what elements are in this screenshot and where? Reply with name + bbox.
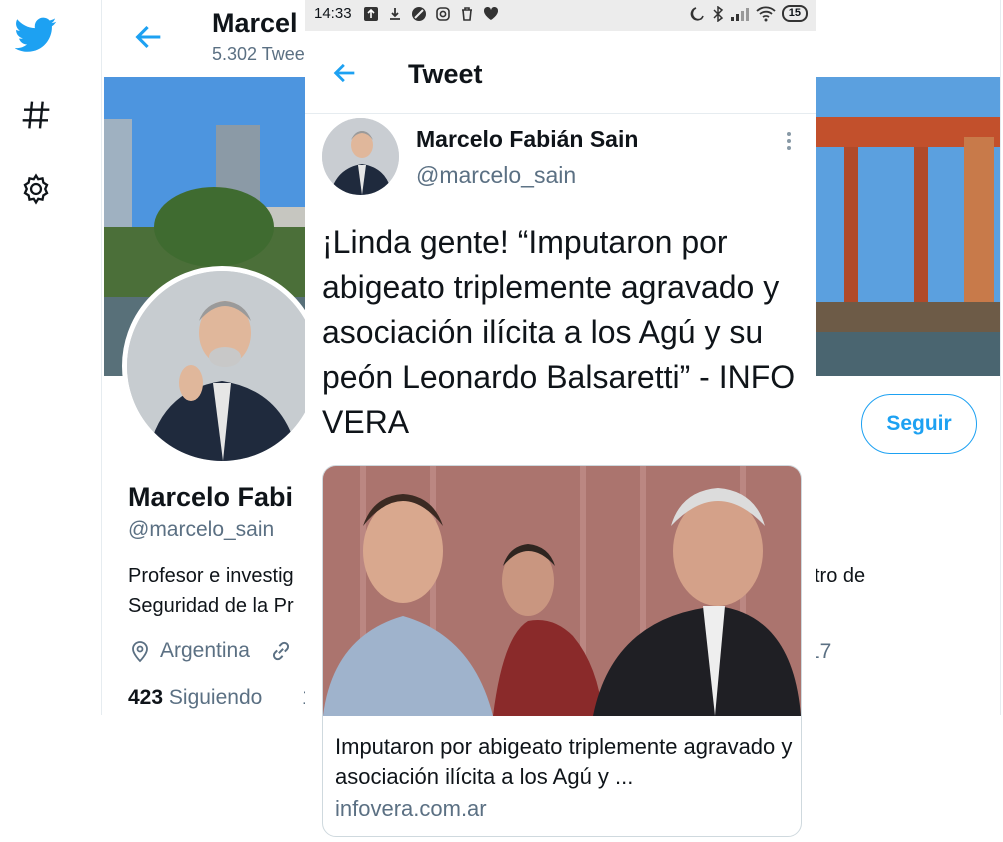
tweet-text: ¡Linda gente! “Imputaron por abigeato tr… (322, 224, 796, 440)
tweet-count: 5.302 Twee (212, 44, 305, 64)
tweet-header: Tweet (305, 31, 816, 114)
author-handle: @marcelo_sain (416, 162, 577, 188)
back-arrow-icon[interactable] (132, 20, 166, 54)
profile-bio-line1: Profesor e investig (128, 565, 294, 587)
instagram-icon (436, 7, 450, 21)
following-stat[interactable]: 423 Siguiendo (128, 686, 262, 710)
upload-icon (364, 7, 378, 21)
twitter-bird-icon[interactable] (14, 13, 58, 57)
follow-button[interactable]: Seguir (861, 394, 977, 454)
profile-location: Argentina (160, 639, 250, 662)
bluetooth-icon (713, 5, 723, 22)
profile-bio-line2: Seguridad de la Pr (128, 595, 294, 617)
status-time: 14:33 (314, 5, 352, 22)
profile-header-name: Marcel (212, 8, 298, 38)
back-arrow-icon[interactable] (331, 59, 359, 87)
profile-meta: Argentina (128, 638, 294, 664)
link-card-title: Imputaron por abigeato triplemente agrav… (335, 734, 793, 789)
author-name: Marcelo Fabián Sain (416, 126, 639, 152)
heart-icon (483, 6, 499, 21)
link-icon[interactable] (268, 638, 294, 664)
link-card-image (323, 466, 801, 716)
battery-indicator: 15 (781, 5, 808, 22)
hashtag-icon[interactable] (14, 93, 58, 137)
moon-icon (690, 6, 704, 21)
link-card[interactable]: Imputaron por abigeato triplemente agrav… (322, 465, 802, 837)
profile-name: Marcelo Fabi (128, 482, 294, 512)
system-icons: 15 (690, 5, 808, 22)
left-sidebar (0, 0, 100, 715)
gear-icon[interactable] (14, 167, 58, 211)
profile-handle: @marcelo_sain (128, 518, 275, 541)
app-icon (412, 7, 426, 21)
wifi-icon (756, 6, 776, 21)
author-avatar[interactable] (322, 118, 399, 195)
link-card-domain: infovera.com.ar (335, 796, 487, 821)
following-label: Siguiendo (168, 686, 263, 709)
profile-avatar[interactable] (122, 266, 322, 466)
phone-tweet-screenshot: 14:33 15 Tweet Marcelo Fabián Sain @marc… (305, 0, 816, 842)
trash-icon (462, 7, 472, 21)
download-icon (390, 8, 400, 20)
location-pin-icon (132, 641, 148, 663)
status-bar: 14:33 15 (305, 0, 816, 31)
notification-icons (363, 6, 499, 22)
signal-icon (730, 7, 749, 21)
following-count: 423 (128, 686, 164, 709)
more-options-icon[interactable] (786, 131, 792, 151)
header-title: Tweet (408, 59, 483, 89)
